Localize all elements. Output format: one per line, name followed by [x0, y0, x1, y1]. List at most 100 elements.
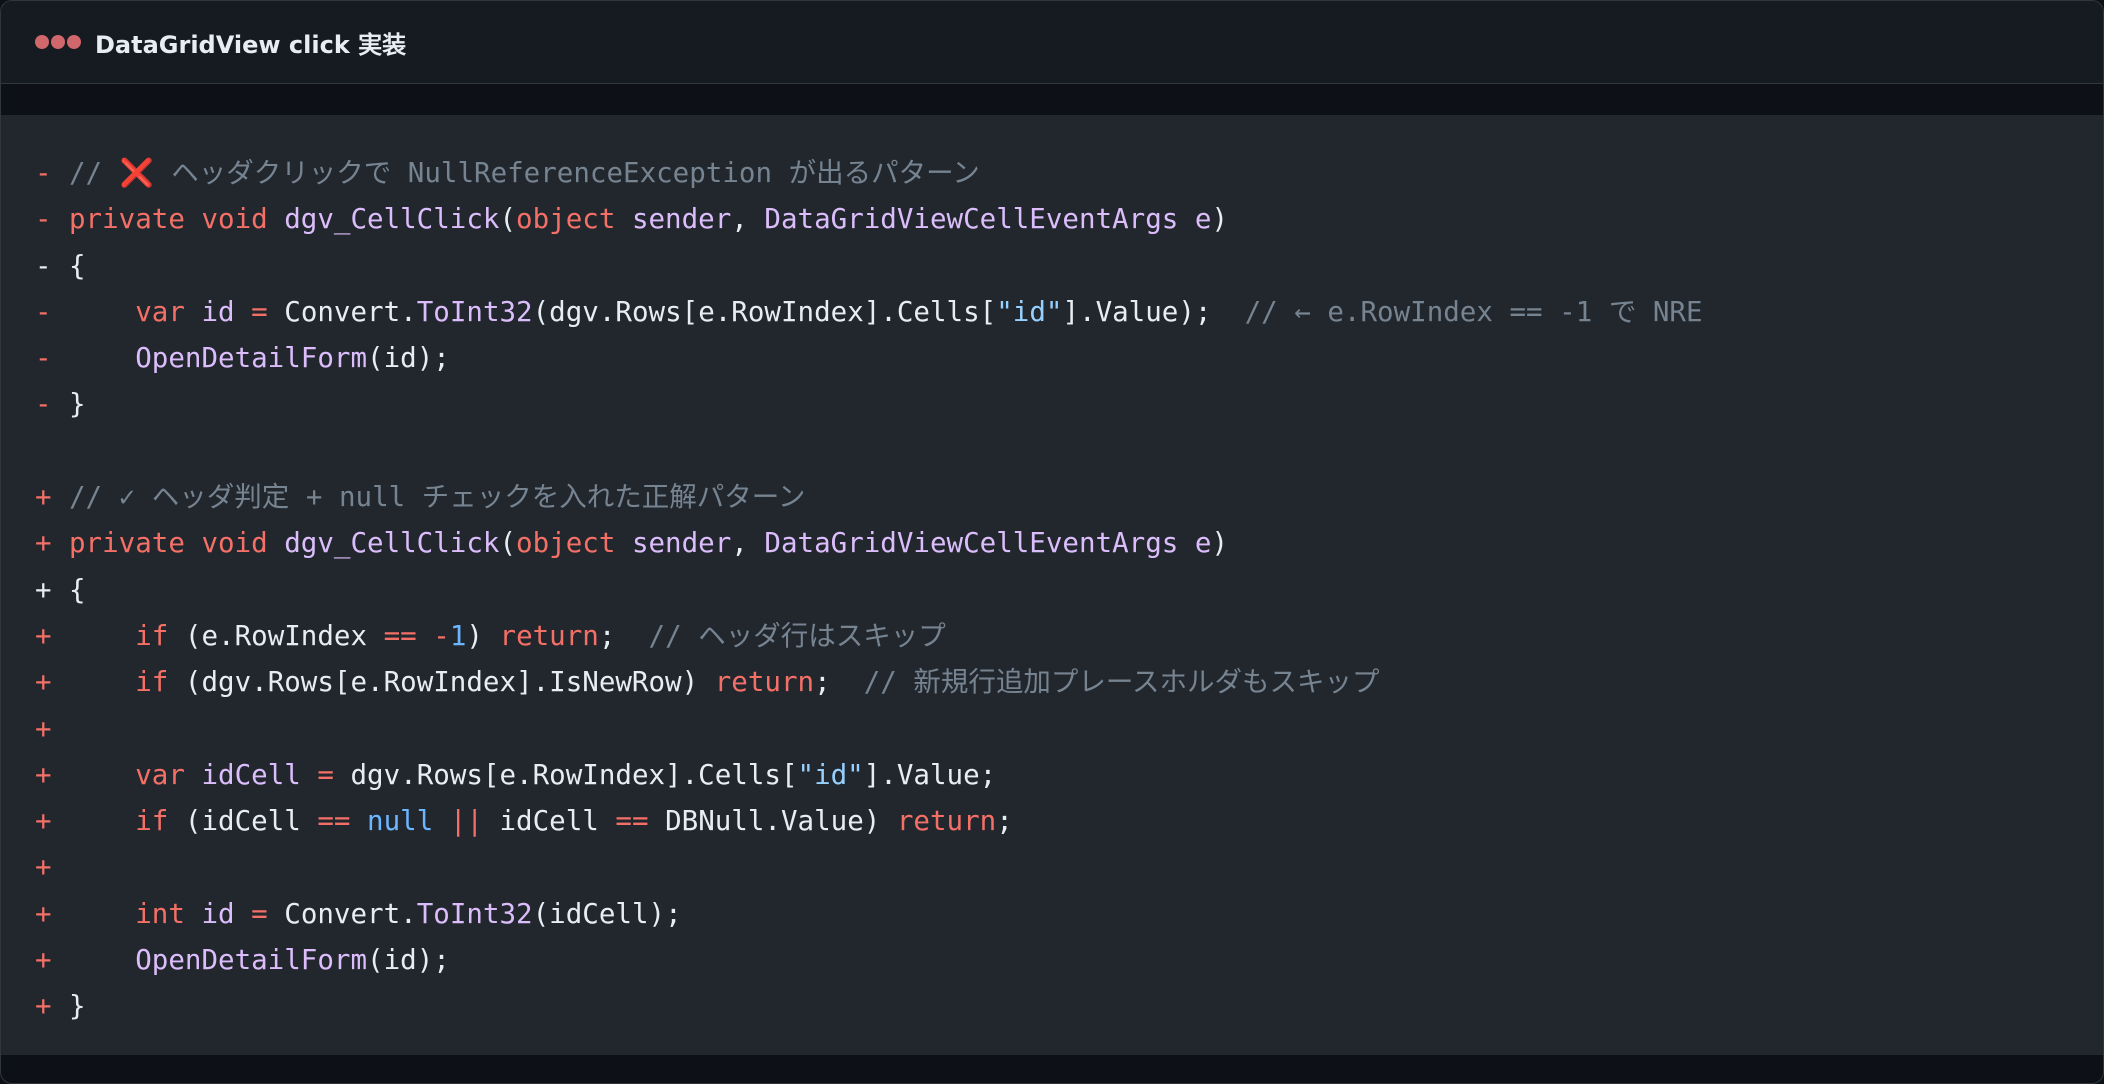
- code-line: -}: [35, 381, 1703, 427]
- code-token: "id": [797, 758, 864, 791]
- code-line: - private void dgv_CellClick(object sende…: [35, 196, 1703, 242]
- diff-removed-marker: -: [35, 295, 52, 328]
- diff-added-marker: +: [35, 897, 52, 930]
- code-token: {: [69, 573, 86, 606]
- code-line: - OpenDetailForm(id);: [35, 335, 1703, 381]
- code-line: + if (idCell == null || idCell == DBNull…: [35, 798, 1703, 844]
- code-token: ].Value);: [1062, 295, 1245, 328]
- code-token: (id);: [367, 944, 450, 977]
- diff-added-marker: +: [35, 712, 52, 745]
- code-lines: -// ❌ ヘッダクリックで NullReferenceException が出…: [35, 150, 1703, 1030]
- code-token: idCell: [201, 758, 301, 791]
- code-token: (e.RowIndex: [184, 619, 384, 652]
- diff-added-marker: +: [35, 619, 52, 652]
- code-line: -{: [35, 243, 1703, 289]
- code-token: 1: [449, 619, 467, 652]
- window-dot-icon[interactable]: [51, 35, 65, 49]
- code-token: ;: [598, 619, 649, 652]
- diff-added-marker: +: [35, 481, 52, 514]
- window-title: DataGridView click 実装: [95, 30, 407, 59]
- code-token: (: [499, 203, 517, 236]
- code-token: ==: [317, 805, 368, 838]
- code-token: //: [69, 157, 119, 189]
- code-token: (id);: [367, 342, 450, 375]
- code-token: null: [367, 805, 450, 838]
- code-token: var: [135, 295, 202, 328]
- code-token: e: [1194, 527, 1212, 560]
- code-token: if: [135, 805, 185, 838]
- code-token: DataGridViewCellEventArgs: [764, 203, 1195, 236]
- diff-removed-marker: -: [35, 388, 52, 421]
- code-token: e: [1194, 203, 1212, 236]
- code-token: OpenDetailForm: [135, 342, 368, 375]
- code-token: Convert.: [284, 295, 417, 328]
- code-area[interactable]: -// ❌ ヘッダクリックで NullReferenceException が出…: [1, 115, 2103, 1055]
- diff-removed-marker: -: [35, 203, 52, 236]
- code-token: return: [896, 805, 997, 838]
- diff-removed-marker: -: [35, 342, 52, 375]
- diff-added-marker: +: [35, 573, 52, 606]
- code-token: =: [234, 897, 285, 930]
- code-token: {: [69, 249, 86, 282]
- code-token: ヘッダクリックで NullReferenceException が出るパターン: [154, 157, 980, 189]
- code-token: return: [714, 666, 815, 699]
- code-token: }: [69, 990, 86, 1023]
- diff-added-marker: +: [35, 758, 52, 791]
- code-token: ToInt32: [416, 295, 533, 328]
- diff-removed-marker: -: [35, 157, 52, 189]
- code-token: sender: [631, 203, 732, 236]
- code-token: ;: [814, 666, 864, 699]
- cross-mark-icon: ❌: [119, 157, 154, 189]
- code-line: +{: [35, 567, 1703, 613]
- code-line: + // ✓ ヘッダ判定 + null チェックを入れた正解パターン: [35, 474, 1703, 520]
- code-token: id: [201, 295, 235, 328]
- code-token: ,: [731, 527, 765, 560]
- code-line: + OpenDetailForm(id);: [35, 937, 1703, 983]
- code-token: ): [1211, 527, 1228, 560]
- code-token: idCell: [499, 805, 616, 838]
- code-token: object: [516, 203, 632, 236]
- code-window: DataGridView click 実装 -// ❌ ヘッダクリックで Nul…: [0, 0, 2104, 1084]
- code-token: (dgv.Rows[e.RowIndex].IsNewRow): [184, 666, 715, 699]
- code-line: +: [35, 844, 1703, 890]
- diff-added-marker: +: [35, 805, 52, 838]
- diff-added-marker: +: [35, 527, 52, 560]
- code-line: +: [35, 706, 1703, 752]
- window-dot-icon[interactable]: [67, 35, 81, 49]
- code-line: + if (dgv.Rows[e.RowIndex].IsNewRow) ret…: [35, 659, 1703, 705]
- code-token: (idCell);: [532, 897, 682, 930]
- code-token: DBNull.Value): [665, 805, 897, 838]
- code-token: ,: [731, 203, 765, 236]
- code-token: ToInt32: [416, 897, 533, 930]
- diff-added-marker: +: [35, 851, 52, 884]
- code-token: }: [69, 388, 86, 421]
- code-token: private void: [69, 527, 285, 560]
- code-token: ): [466, 619, 500, 652]
- code-token: (dgv.Rows[e.RowIndex].Cells[: [532, 295, 997, 328]
- code-line: - var id = Convert.ToInt32(dgv.Rows[e.Ro…: [35, 289, 1703, 335]
- code-token: // ✓ ヘッダ判定 + null チェックを入れた正解パターン: [69, 481, 806, 514]
- diff-added-marker: +: [35, 944, 52, 977]
- code-token: dgv_CellClick: [284, 527, 500, 560]
- code-token: == -: [383, 619, 450, 652]
- code-token: ==: [615, 805, 666, 838]
- window-dots: [35, 35, 83, 49]
- window-dot-icon[interactable]: [35, 35, 49, 49]
- code-line: + if (e.RowIndex == -1) return; // ヘッダ行は…: [35, 613, 1703, 659]
- code-token: return: [499, 619, 599, 652]
- diff-removed-marker: -: [35, 249, 52, 282]
- code-token: id: [201, 897, 235, 930]
- diff-added-marker: +: [35, 990, 52, 1023]
- code-token: "id": [996, 295, 1063, 328]
- code-token: Convert.: [284, 897, 417, 930]
- code-token: ;: [996, 805, 1013, 838]
- code-line: +}: [35, 983, 1703, 1029]
- code-token: (idCell: [184, 805, 318, 838]
- code-token: int: [135, 897, 202, 930]
- code-token: dgv_CellClick: [284, 203, 500, 236]
